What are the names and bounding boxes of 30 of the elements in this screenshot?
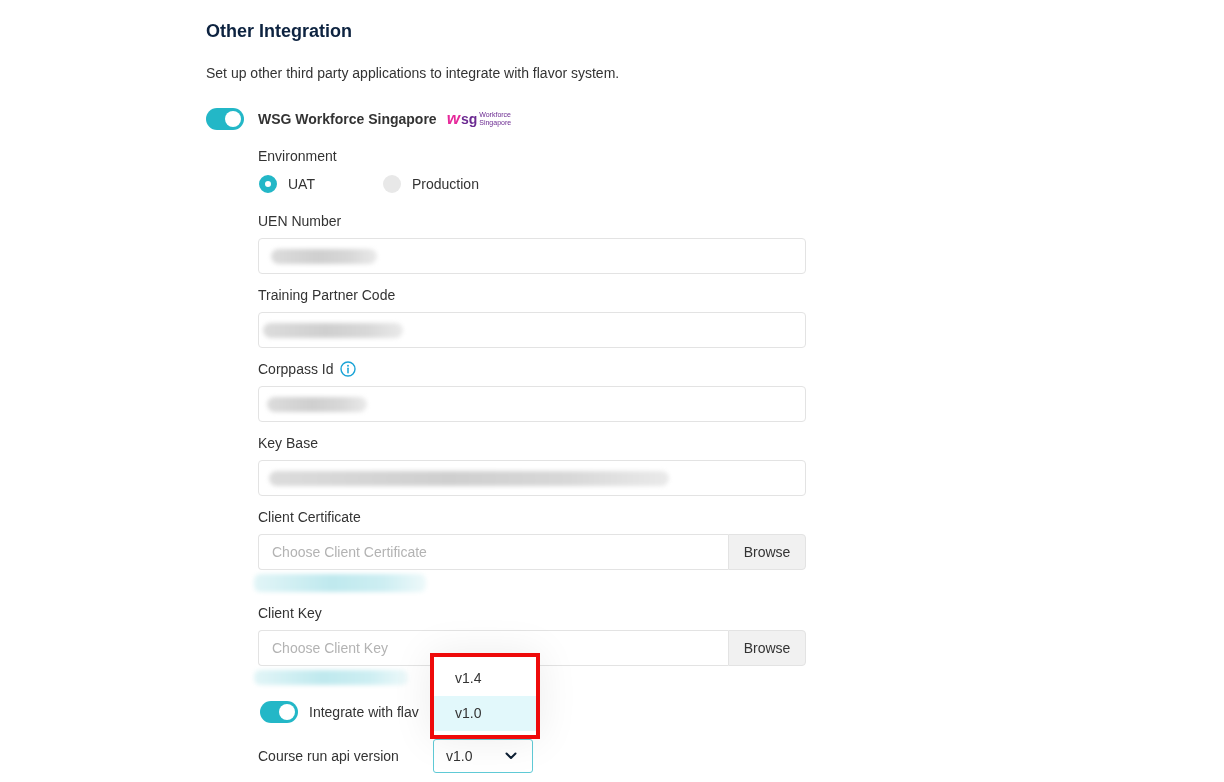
- field-label: Environment: [258, 147, 338, 166]
- field-label: Training Partner Code: [258, 286, 396, 305]
- logo-mark: w: [446, 111, 460, 127]
- input-field[interactable]: [258, 460, 806, 496]
- field-label: Course run api version: [258, 747, 400, 766]
- toggle-switch[interactable]: [206, 108, 244, 130]
- field-label: Client Key: [258, 604, 322, 623]
- file-input[interactable]: Choose Client Certificate: [258, 534, 728, 570]
- field-label: UEN Number: [258, 212, 342, 231]
- field-label: Client Certificate: [258, 508, 361, 527]
- logo-text: sg: [460, 111, 478, 127]
- toggle-label: Integrate with flav: [309, 704, 419, 720]
- radio-option[interactable]: UAT: [258, 175, 382, 193]
- dropdown-option[interactable]: v1.0: [434, 696, 536, 731]
- version-select[interactable]: v1.0: [433, 739, 533, 773]
- section-title: Other Integration: [206, 20, 353, 43]
- input-field[interactable]: [258, 312, 806, 348]
- chevron-down-icon: [505, 752, 517, 760]
- integration-name: WSG Workforce Singapore: [258, 111, 437, 127]
- input-field[interactable]: [258, 238, 806, 274]
- browse-button[interactable]: Browse: [728, 534, 806, 570]
- field-label: Key Base: [258, 434, 318, 453]
- file-input[interactable]: Choose Client Key: [258, 630, 728, 666]
- section-description: Set up other third party applications to integrate with flavor system.: [206, 64, 621, 83]
- field-label: Corppass Id: [258, 360, 334, 379]
- toggle-switch[interactable]: [260, 701, 298, 723]
- input-field[interactable]: [258, 386, 806, 422]
- radio-option[interactable]: Production: [382, 175, 506, 193]
- info-icon[interactable]: [340, 361, 357, 377]
- browse-button[interactable]: Browse: [728, 630, 806, 666]
